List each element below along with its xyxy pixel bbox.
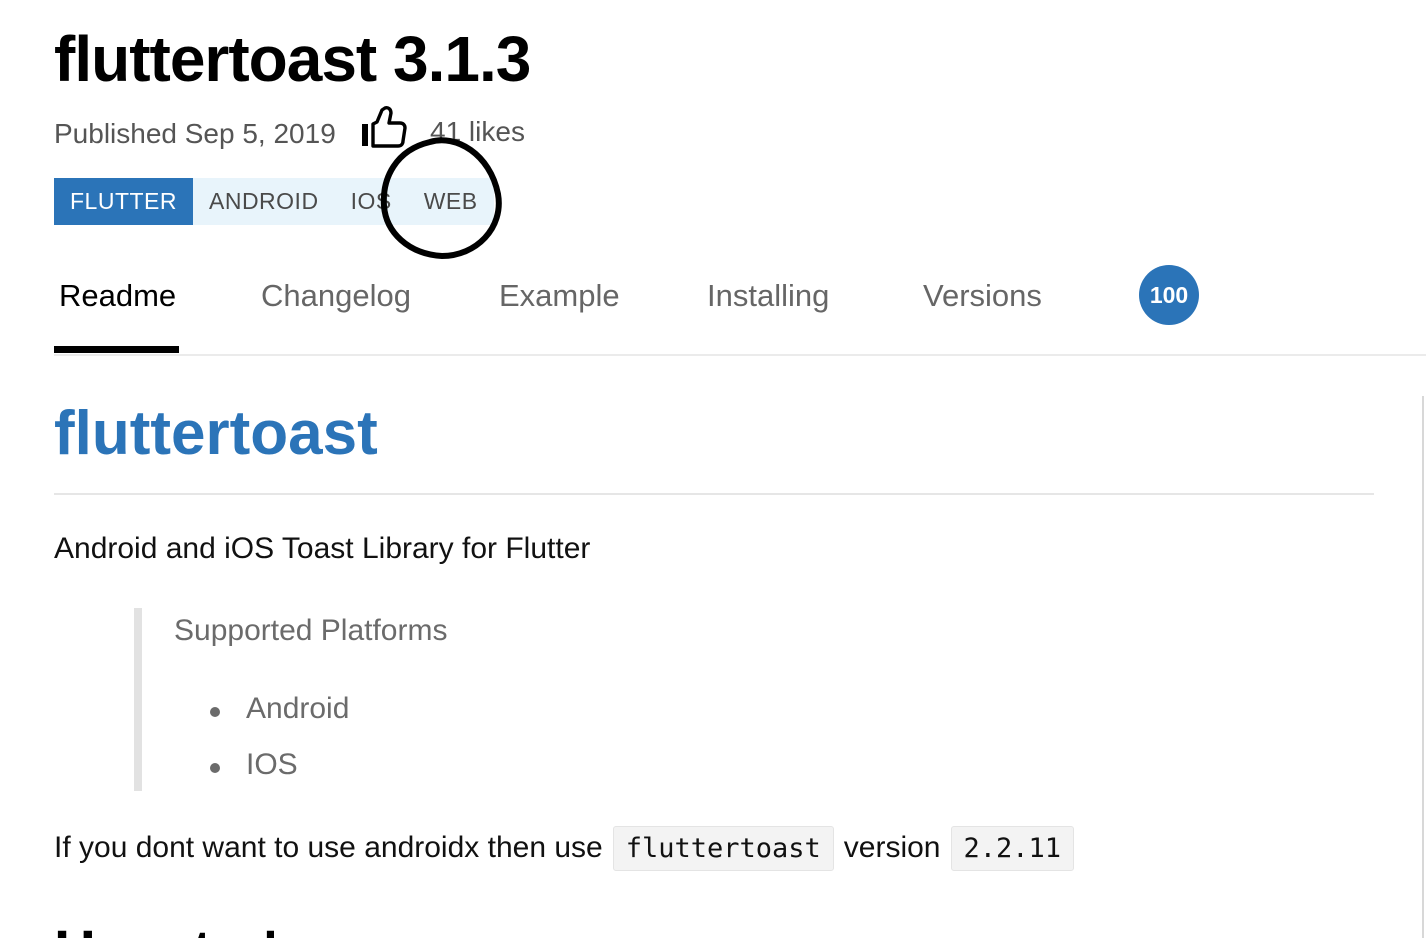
likes-count: 41 likes <box>430 116 525 147</box>
score-badge[interactable]: 100 <box>1139 265 1199 325</box>
tab-installing[interactable]: Installing <box>707 278 829 314</box>
tab-bar: Readme Changelog Example Installing Vers… <box>54 260 1426 356</box>
tag-android[interactable]: ANDROID <box>193 178 335 225</box>
bullet-icon <box>210 763 220 773</box>
tag-flutter[interactable]: FLUTTER <box>54 178 193 225</box>
platform-tags: FLUTTER ANDROID IOS WEB <box>54 178 494 225</box>
readme-title: fluttertoast <box>54 399 378 468</box>
published-date: Published Sep 5, 2019 <box>54 118 336 149</box>
androidx-note: If you dont want to use androidx then us… <box>54 824 1084 872</box>
list-item: Android <box>246 692 350 725</box>
tab-example[interactable]: Example <box>499 278 620 314</box>
inline-code-package: fluttertoast <box>612 825 834 871</box>
tag-web[interactable]: WEB <box>407 178 494 225</box>
note-text: If you dont want to use androidx then us… <box>54 831 603 864</box>
tag-ios[interactable]: IOS <box>334 178 408 225</box>
inline-code-version: 2.2.11 <box>950 825 1075 871</box>
thumbs-up-icon[interactable] <box>360 104 408 150</box>
bullet-icon <box>210 707 220 717</box>
tab-versions[interactable]: Versions <box>923 278 1042 314</box>
scrollbar[interactable] <box>1422 396 1424 938</box>
divider <box>54 493 1374 495</box>
note-text: version <box>843 831 941 864</box>
package-title: fluttertoast 3.1.3 <box>54 23 531 95</box>
active-tab-indicator <box>54 346 179 353</box>
readme-description: Android and iOS Toast Library for Flutte… <box>54 532 591 565</box>
list-item: IOS <box>246 748 298 781</box>
tab-changelog[interactable]: Changelog <box>261 278 411 314</box>
supported-platforms-blockquote: Supported Platforms Android IOS <box>134 608 1042 791</box>
blockquote-title: Supported Platforms <box>174 614 448 647</box>
section-heading-text: How to Use <box>54 925 274 938</box>
page: fluttertoast 3.1.3 Published Sep 5, 2019… <box>0 0 1426 938</box>
section-heading-partial: How to Use <box>54 925 274 938</box>
tab-readme[interactable]: Readme <box>59 278 176 314</box>
